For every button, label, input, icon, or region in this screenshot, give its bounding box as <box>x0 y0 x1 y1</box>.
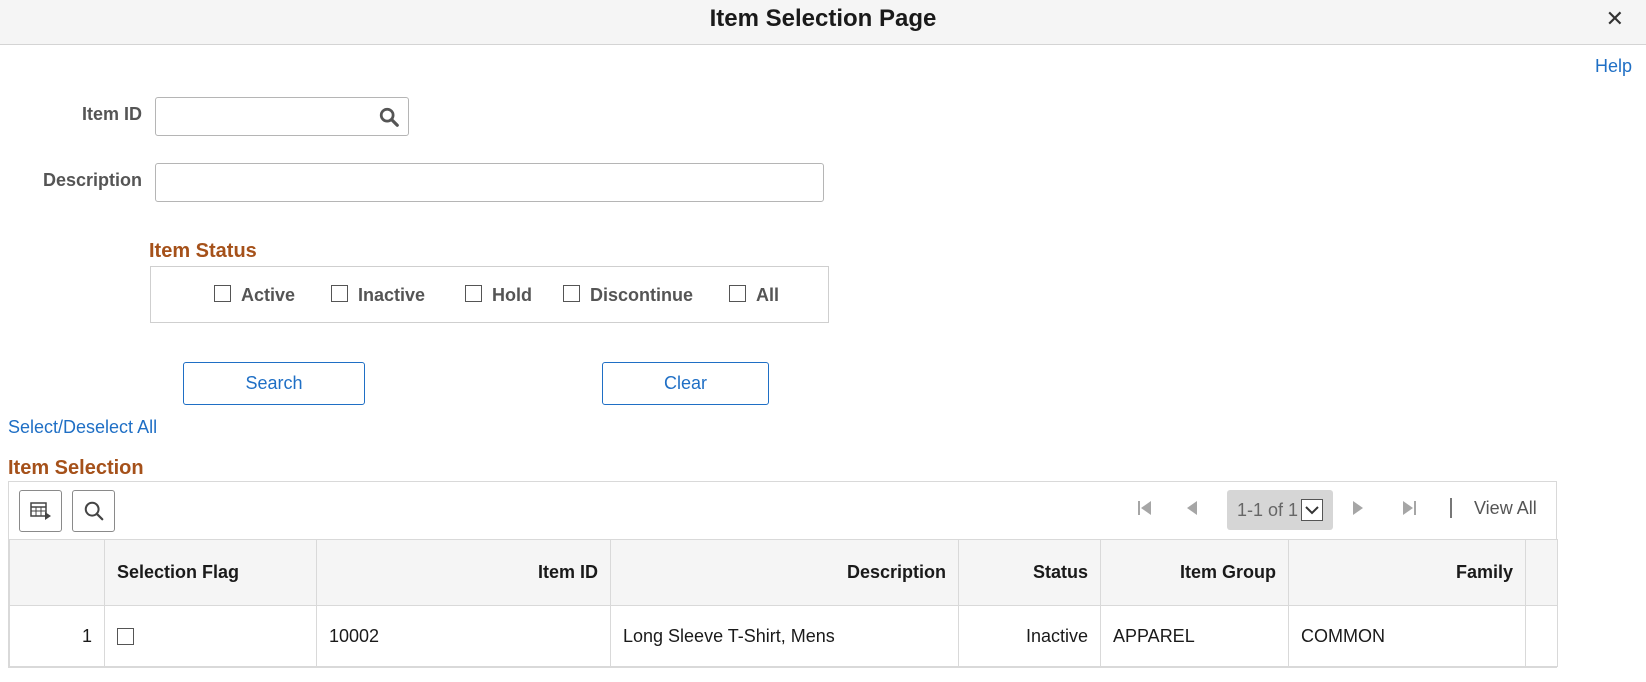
page-title: Item Selection Page <box>709 5 937 32</box>
item-id-input[interactable] <box>155 97 409 136</box>
search-button[interactable]: Search <box>183 362 365 405</box>
item-selection-grid: 1-1 of 1 View All Selection Flag Item ID… <box>8 481 1558 668</box>
status-option-active[interactable]: Active <box>214 285 295 306</box>
description-label: Description <box>42 170 142 190</box>
item-group-cell: APPAREL <box>1100 605 1289 667</box>
hold-label: Hold <box>492 285 532 305</box>
hold-checkbox[interactable] <box>465 285 482 302</box>
chevron-down-icon <box>1305 506 1319 515</box>
selection-flag-cell <box>104 605 317 667</box>
col-header-item-id[interactable]: Item ID <box>316 539 611 606</box>
selection-flag-checkbox[interactable] <box>117 628 134 646</box>
personalize-grid-button[interactable] <box>19 490 62 532</box>
search-icon <box>84 501 103 521</box>
active-label: Active <box>241 285 296 305</box>
pager-text: 1-1 of 1 <box>1237 499 1299 520</box>
item-id-label: Item ID <box>81 104 142 124</box>
lookup-search-icon[interactable] <box>378 106 400 128</box>
col-header-item-group[interactable]: Item Group <box>1100 539 1289 606</box>
title-bar: Item Selection Page ✕ <box>0 0 1646 45</box>
all-label: All <box>756 285 780 305</box>
inactive-checkbox[interactable] <box>331 285 348 302</box>
select-deselect-all-link[interactable]: Select/Deselect All <box>8 417 157 438</box>
item-status-title: Item Status <box>149 240 257 262</box>
status-option-hold[interactable]: Hold <box>465 285 532 306</box>
pager-range: 1-1 of 1 <box>1227 490 1333 530</box>
status-option-all[interactable]: All <box>729 285 779 306</box>
status-option-inactive[interactable]: Inactive <box>331 285 425 306</box>
table-row: 1 10002 Long Sleeve T-Shirt, Mens Inacti… <box>9 605 1558 667</box>
find-in-grid-button[interactable] <box>72 490 115 532</box>
col-header-spacer <box>1525 539 1558 606</box>
item-id-cell: 10002 <box>316 605 611 667</box>
active-checkbox[interactable] <box>214 285 231 302</box>
col-header-status[interactable]: Status <box>958 539 1101 606</box>
col-header-selection-flag: Selection Flag <box>104 539 317 606</box>
pager-separator <box>1450 498 1452 518</box>
item-table: Selection Flag Item ID Description Statu… <box>9 539 1558 667</box>
status-option-discontinue[interactable]: Discontinue <box>563 285 693 306</box>
discontinue-label: Discontinue <box>590 285 694 305</box>
spacer-cell <box>1525 605 1558 667</box>
grid-settings-icon <box>29 502 51 520</box>
description-cell: Long Sleeve T-Shirt, Mens <box>610 605 959 667</box>
row-number: 1 <box>9 605 105 667</box>
first-page-icon[interactable] <box>1136 498 1154 518</box>
col-header-row-number <box>9 539 105 606</box>
col-header-description[interactable]: Description <box>610 539 959 606</box>
last-page-icon[interactable] <box>1400 498 1418 518</box>
inactive-label: Inactive <box>358 285 426 305</box>
col-header-family[interactable]: Family <box>1288 539 1526 606</box>
table-header-row: Selection Flag Item ID Description Statu… <box>9 539 1558 606</box>
clear-button[interactable]: Clear <box>602 362 769 405</box>
close-button[interactable]: ✕ <box>1606 6 1624 32</box>
view-all-link[interactable]: View All <box>1474 498 1537 519</box>
next-page-icon[interactable] <box>1351 498 1365 518</box>
status-cell: Inactive <box>958 605 1101 667</box>
pager-dropdown[interactable] <box>1301 499 1324 521</box>
help-link[interactable]: Help <box>1595 56 1632 77</box>
item-selection-title: Item Selection <box>8 457 144 479</box>
description-input[interactable] <box>155 163 824 202</box>
grid-toolbar: 1-1 of 1 View All <box>9 482 1556 540</box>
discontinue-checkbox[interactable] <box>563 285 580 302</box>
family-cell: COMMON <box>1288 605 1526 667</box>
previous-page-icon[interactable] <box>1185 498 1199 518</box>
all-checkbox[interactable] <box>729 285 746 302</box>
